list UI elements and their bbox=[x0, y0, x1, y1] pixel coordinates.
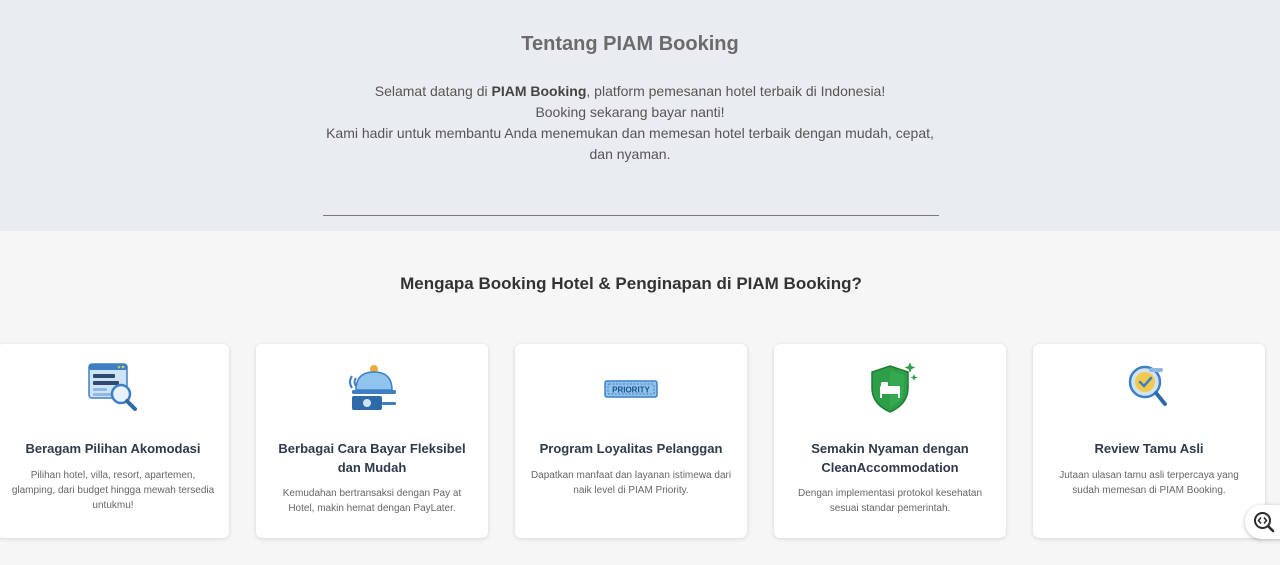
priority-ticket-icon: PRIORITY bbox=[601, 360, 661, 416]
about-section: Tentang PIAM Booking Selamat datang di P… bbox=[0, 0, 1280, 231]
code-search-icon bbox=[1254, 512, 1275, 533]
accommodation-search-icon bbox=[83, 360, 143, 416]
about-line-slogan: Booking sekarang bayar nanti! bbox=[535, 104, 725, 120]
feature-card-review: Review Tamu Asli Jutaan ulasan tamu asli… bbox=[1033, 344, 1265, 538]
verified-review-icon bbox=[1119, 360, 1179, 416]
welcome-suffix: , platform pemesanan hotel terbaik di In… bbox=[586, 83, 886, 99]
priority-ticket-text: PRIORITY bbox=[612, 386, 650, 395]
feature-card-description: Dengan implementasi protokol kesehatan s… bbox=[798, 488, 982, 514]
section-divider bbox=[323, 215, 939, 216]
clean-shield-bed-icon bbox=[860, 360, 920, 416]
feature-card-description: Pilihan hotel, villa, resort, apartemen,… bbox=[11, 470, 215, 511]
feature-card-title: Semakin Nyaman dengan CleanAccommodation bbox=[811, 441, 969, 475]
brand-name: PIAM Booking bbox=[491, 83, 587, 99]
why-section-title: Mengapa Booking Hotel & Penginapan di PI… bbox=[400, 274, 862, 293]
feature-card-title: Review Tamu Asli bbox=[1094, 441, 1204, 456]
feature-card-loyalty: PRIORITY Program Loyalitas Pelanggan Dap… bbox=[515, 344, 747, 538]
feature-card-payment: Berbagai Cara Bayar Fleksibel dan Mudah … bbox=[256, 344, 488, 538]
about-title: Tentang PIAM Booking bbox=[521, 33, 739, 55]
about-line-welcome: Selamat datang di PIAM Booking, platform… bbox=[320, 81, 940, 102]
floating-inspect-button[interactable] bbox=[1245, 505, 1280, 539]
feature-card-title: Beragam Pilihan Akomodasi bbox=[25, 441, 201, 456]
feature-card-clean: Semakin Nyaman dengan CleanAccommodation… bbox=[774, 344, 1006, 538]
feature-card-title: Berbagai Cara Bayar Fleksibel dan Mudah bbox=[278, 441, 466, 475]
payment-bell-icon bbox=[342, 360, 402, 416]
feature-card-title: Program Loyalitas Pelanggan bbox=[539, 441, 723, 456]
about-text: Selamat datang di PIAM Booking, platform… bbox=[320, 81, 940, 165]
feature-card-description: Jutaan ulasan tamu asli terpercaya yang … bbox=[1059, 470, 1239, 496]
feature-card-description: Dapatkan manfaat dan layanan istimewa da… bbox=[530, 470, 732, 496]
about-line-mission: Kami hadir untuk membantu Anda menemukan… bbox=[326, 125, 934, 162]
feature-card-accommodation: Beragam Pilihan Akomodasi Pilihan hotel,… bbox=[0, 344, 229, 538]
welcome-prefix: Selamat datang di bbox=[374, 83, 492, 99]
feature-card-description: Kemudahan bertransaksi dengan Pay at Hot… bbox=[282, 488, 462, 514]
